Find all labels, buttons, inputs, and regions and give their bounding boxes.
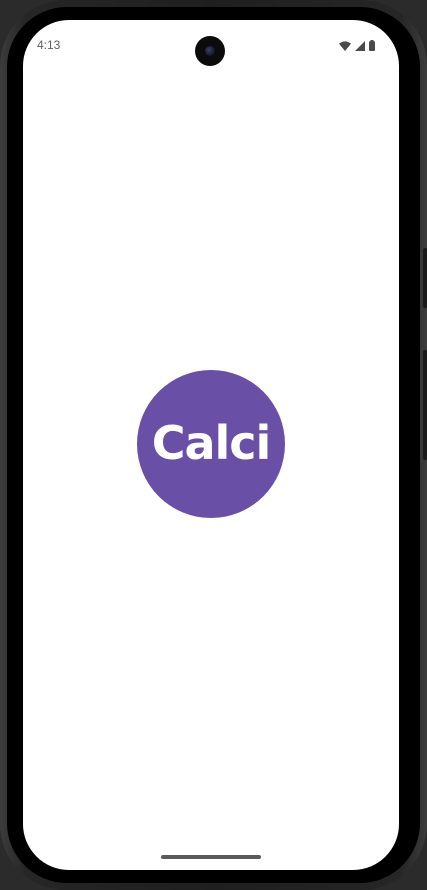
status-bar: 4:13 — [23, 20, 399, 70]
phone-frame: 4:13 Calci — [0, 0, 427, 890]
battery-icon — [369, 40, 375, 51]
camera-lens — [205, 46, 215, 56]
front-camera — [195, 36, 225, 66]
status-clock: 4:13 — [37, 38, 61, 52]
power-button — [423, 248, 427, 308]
cellular-signal-icon — [355, 40, 365, 51]
app-logo: Calci — [137, 370, 285, 518]
app-logo-text: Calci — [151, 416, 272, 470]
home-indicator[interactable] — [161, 855, 261, 859]
wifi-icon — [339, 40, 351, 51]
volume-button — [423, 350, 427, 460]
screen: 4:13 Calci — [23, 20, 399, 870]
status-icons — [339, 40, 375, 51]
